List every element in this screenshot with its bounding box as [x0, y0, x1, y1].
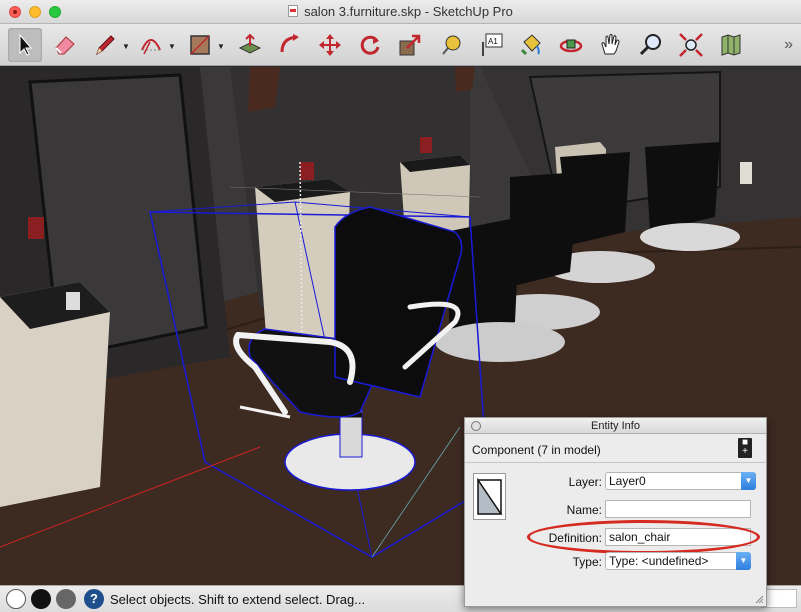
arc-tool-dropdown-caret[interactable]: ▼ — [168, 42, 176, 51]
credits-icon[interactable] — [31, 589, 51, 609]
rectangle-icon — [190, 35, 210, 55]
zoom-extents-tool-button[interactable] — [674, 28, 708, 62]
text-tool-label: A1 — [488, 37, 498, 46]
rotate-icon — [360, 35, 380, 55]
toolbar-overflow-button[interactable]: » — [784, 36, 793, 54]
zoom-tool-button[interactable] — [634, 28, 668, 62]
orbit-icon — [559, 39, 583, 53]
zoom-extents-icon — [679, 33, 703, 57]
pan-tool-button[interactable] — [594, 28, 628, 62]
chevron-down-icon: ▼ — [736, 552, 751, 570]
window-title-text: salon 3.furniture.skp - SketchUp Pro — [304, 4, 513, 19]
name-field[interactable] — [605, 500, 751, 518]
toggle-details-icon[interactable]: ■ + — [738, 438, 752, 458]
move-icon — [319, 34, 341, 56]
scale-icon — [399, 34, 421, 56]
status-message: Select objects. Shift to extend select. … — [110, 592, 366, 607]
document-icon — [288, 5, 299, 17]
rectangle-tool-dropdown-caret[interactable]: ▼ — [217, 42, 225, 51]
orbit-tool-button[interactable] — [554, 28, 588, 62]
pencil-icon — [96, 35, 115, 56]
component-thumbnail — [473, 473, 506, 520]
move-tool-button[interactable] — [313, 28, 347, 62]
entity-info-titlebar[interactable]: Entity Info — [465, 418, 766, 434]
magnifier-icon — [639, 34, 661, 56]
type-value: Type: <undefined> — [609, 554, 709, 568]
line-tool-button[interactable] — [88, 28, 122, 62]
paint-bucket-tool-button[interactable] — [514, 28, 548, 62]
hand-icon — [601, 34, 620, 55]
rotate-tool-button[interactable] — [353, 28, 387, 62]
name-label: Name: — [566, 503, 602, 517]
offset-icon — [280, 34, 299, 53]
arrow-cursor-icon — [19, 33, 33, 56]
entity-info-panel: Entity Info Component (7 in model) ■ + La… — [464, 417, 767, 607]
title-bar: salon 3.furniture.skp - SketchUp Pro — [0, 0, 801, 24]
highlight-annotation-ring — [527, 520, 760, 554]
scale-tool-button[interactable] — [393, 28, 427, 62]
entity-info-header: Component (7 in model) ■ + — [465, 435, 766, 463]
panel-close-button[interactable] — [471, 421, 481, 431]
type-label: Type: — [572, 555, 602, 569]
layer-value: Layer0 — [609, 474, 646, 488]
type-select[interactable]: Type: <undefined> ▼ — [605, 552, 751, 570]
rectangle-tool-button[interactable] — [183, 28, 217, 62]
push-pull-icon — [238, 33, 262, 54]
chevron-down-icon: ▼ — [741, 472, 756, 490]
eraser-icon — [55, 36, 75, 55]
layer-select[interactable]: Layer0 ▼ — [605, 472, 756, 490]
component-shape-icon — [477, 477, 503, 515]
eraser-tool-button[interactable] — [48, 28, 82, 62]
resize-grip-icon[interactable] — [754, 594, 764, 604]
tape-measure-tool-button[interactable] — [434, 28, 468, 62]
text-tool-button[interactable]: A1 — [474, 28, 508, 62]
tape-measure-icon — [442, 35, 461, 55]
text-icon: A1 — [482, 33, 503, 56]
component-count-label: Component (7 in model) — [472, 443, 601, 457]
user-account-icon[interactable] — [56, 589, 76, 609]
warehouse-tool-button[interactable] — [714, 28, 748, 62]
entity-info-title: Entity Info — [591, 420, 640, 432]
window-title: salon 3.furniture.skp - SketchUp Pro — [0, 4, 801, 19]
arc-tool-button[interactable] — [134, 28, 168, 62]
map-icon — [721, 34, 741, 56]
layer-label: Layer: — [568, 475, 602, 489]
select-tool-button[interactable] — [8, 28, 42, 62]
arc-icon — [141, 39, 161, 55]
paint-bucket-icon — [520, 34, 541, 56]
geolocation-icon[interactable] — [6, 589, 26, 609]
main-toolbar: ▼ ▼ ▼ A1 » — [0, 24, 801, 66]
help-icon[interactable]: ? — [84, 589, 104, 609]
offset-tool-button[interactable] — [273, 28, 307, 62]
push-pull-tool-button[interactable] — [233, 28, 267, 62]
line-tool-dropdown-caret[interactable]: ▼ — [122, 42, 130, 51]
